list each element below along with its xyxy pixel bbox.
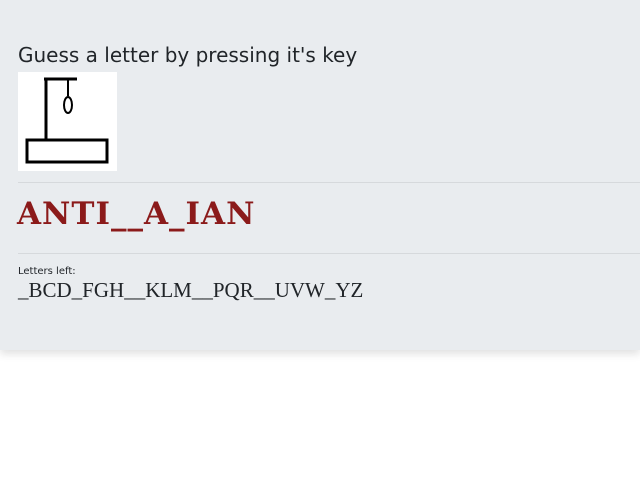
- word-display: ANTI__A_IAN: [17, 196, 256, 232]
- divider: [18, 182, 640, 183]
- gallows-icon: [25, 77, 109, 164]
- letters-left: _BCD_FGH__KLM__PQR__UVW_YZ: [18, 278, 364, 302]
- instruction-text: Guess a letter by pressing it's key: [18, 43, 358, 67]
- game-panel: Guess a letter by pressing it's key ANTI…: [0, 0, 640, 350]
- noose-icon: [63, 96, 73, 114]
- divider: [18, 253, 640, 254]
- hangman-drawing: [18, 72, 117, 171]
- letters-left-label: Letters left:: [18, 266, 76, 277]
